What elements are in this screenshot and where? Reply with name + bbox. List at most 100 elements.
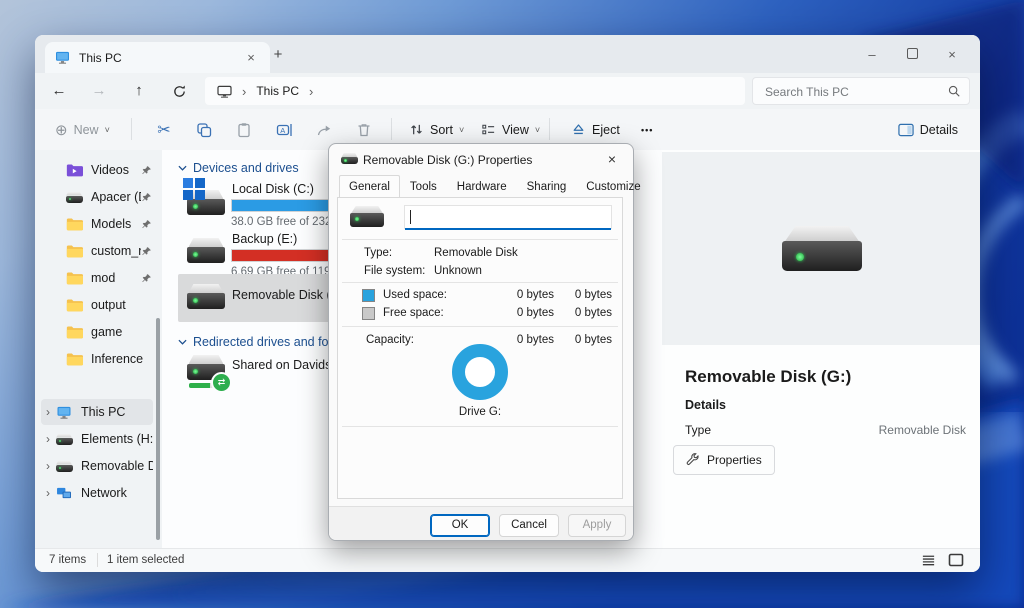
breadcrumb-this-pc[interactable]: This PC: [256, 84, 299, 98]
tab-this-pc[interactable]: This PC ×: [45, 42, 270, 73]
sidebar-item-game[interactable]: game: [41, 319, 153, 345]
videos-folder-icon: [41, 163, 83, 177]
sort-label: Sort: [430, 123, 453, 137]
plus-circle-icon: ⊕: [55, 121, 68, 139]
expander-chevron-icon[interactable]: ›: [41, 459, 55, 473]
svg-text:A: A: [280, 126, 285, 135]
cut-button[interactable]: ✂: [151, 117, 177, 143]
chevron-down-icon: [178, 339, 187, 345]
file-system-value: Unknown: [434, 265, 482, 277]
free-space-label: Free space:: [383, 307, 444, 319]
eject-icon: [571, 122, 586, 137]
monitor-icon: [217, 85, 232, 98]
type-value: Removable Disk: [879, 423, 966, 437]
drive-label-input[interactable]: [409, 207, 609, 227]
sidebar-item-this-pc[interactable]: › This PC: [41, 399, 153, 425]
maximize-button[interactable]: [892, 47, 932, 62]
input-accent-underline: [405, 228, 611, 230]
expander-chevron-icon[interactable]: ›: [41, 432, 55, 446]
chevron-down-icon: ˅: [535, 125, 540, 135]
share-button[interactable]: [311, 117, 337, 143]
expander-chevron-icon[interactable]: ›: [41, 486, 55, 500]
sidebar-item-label: Inference: [91, 352, 153, 366]
new-tab-button[interactable]: +: [267, 44, 289, 66]
section-devices-and-drives[interactable]: Devices and drives: [178, 161, 299, 175]
details-pane-toggle[interactable]: Details: [890, 115, 966, 144]
dialog-tab-tools[interactable]: Tools: [400, 176, 447, 199]
drive-icon-removable-g[interactable]: [187, 284, 225, 310]
properties-button[interactable]: Properties: [673, 445, 775, 475]
eject-button[interactable]: Eject: [563, 115, 628, 144]
drive-name[interactable]: Local Disk (C:): [232, 182, 314, 196]
sidebar-item-label: This PC: [81, 405, 153, 419]
breadcrumb[interactable]: › This PC ›: [205, 77, 745, 105]
sort-icon: [409, 122, 424, 137]
dialog-close-icon[interactable]: ×: [603, 150, 621, 168]
folder-icon: [41, 244, 83, 258]
sidebar-item-inference[interactable]: Inference: [41, 346, 153, 372]
sidebar-item-mod[interactable]: mod: [41, 265, 153, 291]
search-box: [752, 77, 970, 105]
drive-icon: [55, 461, 73, 472]
tab-close-icon[interactable]: ×: [242, 50, 260, 65]
refresh-button[interactable]: [163, 76, 195, 106]
sidebar-item-output[interactable]: output: [41, 292, 153, 318]
close-button[interactable]: ×: [932, 47, 972, 62]
used-space-bytes: 0 bytes: [490, 289, 554, 301]
sidebar-item-videos[interactable]: Videos: [41, 157, 153, 183]
search-icon[interactable]: [947, 84, 961, 98]
up-button[interactable]: ↑: [123, 76, 155, 106]
rename-button[interactable]: A: [271, 117, 297, 143]
capacity-size: 0 bytes: [548, 334, 612, 346]
chevron-right-icon[interactable]: ›: [309, 84, 313, 99]
details-view-icon[interactable]: [921, 553, 936, 567]
dialog-tab-hardware[interactable]: Hardware: [447, 176, 517, 199]
sidebar-item-apacer-d[interactable]: Apacer (D:): [41, 184, 153, 210]
capacity-label: Capacity:: [366, 334, 414, 346]
sidebar-item-label: Elements (H:): [81, 432, 153, 446]
ok-button[interactable]: OK: [430, 514, 490, 537]
dialog-tab-strip: General Tools Hardware Sharing Customize: [339, 176, 651, 199]
sidebar-item-models[interactable]: Models: [41, 211, 153, 237]
minimize-button[interactable]: –: [852, 47, 892, 62]
sort-button[interactable]: Sort ˅: [401, 115, 472, 144]
expander-chevron-icon[interactable]: ›: [41, 405, 55, 419]
apply-button[interactable]: Apply: [568, 514, 626, 537]
item-count: 7 items: [49, 554, 86, 566]
large-icons-view-icon[interactable]: [948, 553, 964, 567]
dialog-tab-sharing[interactable]: Sharing: [517, 176, 577, 199]
new-button[interactable]: ⊕ New ˅: [47, 115, 118, 144]
search-input[interactable]: [763, 79, 937, 105]
navigation-pane: Videos Apacer (D:) Models custom_node: [35, 150, 162, 548]
capacity-bytes: 0 bytes: [490, 334, 554, 346]
drive-icon: [55, 434, 73, 445]
sidebar-item-elements-h[interactable]: › Elements (H:): [41, 426, 153, 452]
sidebar-item-removable-disk[interactable]: › Removable Disk: [41, 453, 153, 479]
view-button[interactable]: View ˅: [473, 115, 548, 144]
more-options-button[interactable]: •••: [633, 115, 661, 144]
dialog-tab-general[interactable]: General: [339, 175, 400, 198]
paste-button[interactable]: [231, 117, 257, 143]
forward-button[interactable]: →: [83, 76, 115, 106]
sidebar-item-network[interactable]: › Network: [41, 480, 153, 506]
folder-icon: [41, 298, 83, 312]
file-system-label: File system:: [364, 265, 425, 277]
dialog-tab-customize[interactable]: Customize: [576, 176, 650, 199]
sidebar-item-custom-node[interactable]: custom_node: [41, 238, 153, 264]
details-panel-icon: [898, 123, 914, 137]
drive-name[interactable]: Backup (E:): [232, 232, 297, 246]
delete-button[interactable]: [351, 117, 377, 143]
sidebar-item-label: custom_node: [91, 244, 141, 258]
back-button[interactable]: ←: [43, 76, 75, 106]
drive-icon-backup-e[interactable]: [187, 238, 225, 264]
details-title: Removable Disk (G:): [685, 367, 851, 387]
sidebar-item-label: Network: [81, 486, 153, 500]
sidebar-scrollbar[interactable]: [156, 318, 160, 540]
copy-icon: [196, 122, 212, 138]
drive-free-space: 38.0 GB free of 232 G: [231, 216, 344, 228]
cancel-button[interactable]: Cancel: [499, 514, 559, 537]
new-label: New: [74, 123, 99, 137]
monitor-icon: [55, 51, 70, 64]
copy-button[interactable]: [191, 117, 217, 143]
sidebar-item-label: Removable Disk: [81, 459, 153, 473]
